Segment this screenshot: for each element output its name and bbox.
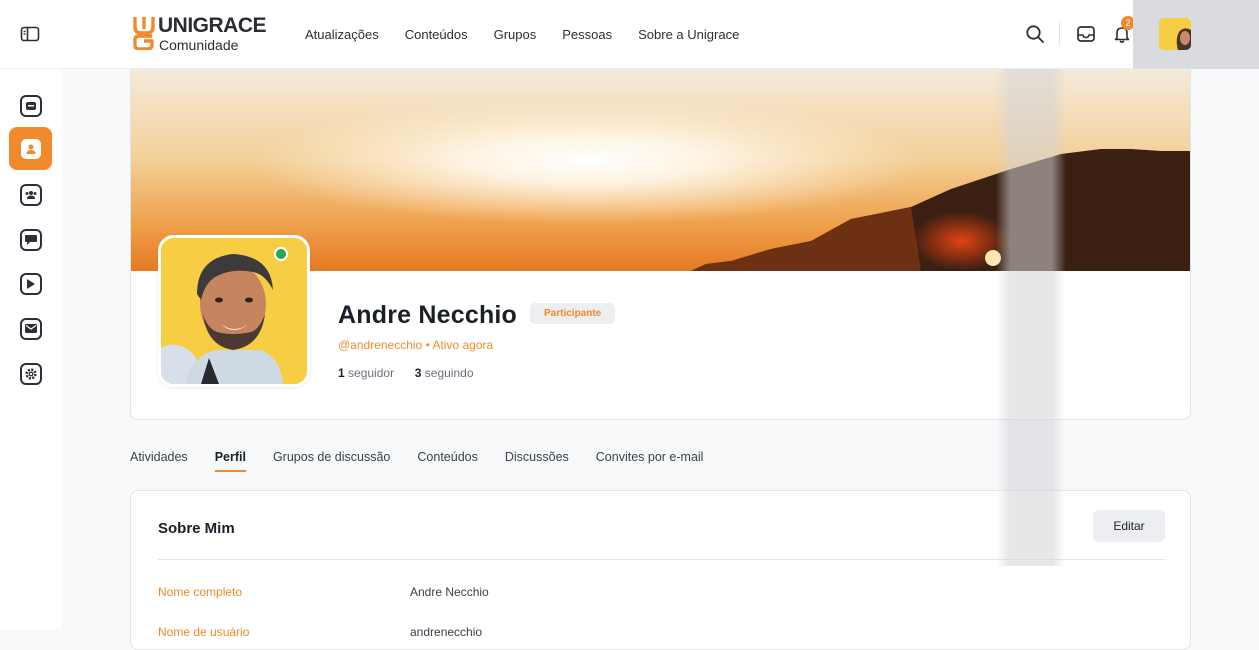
video-icon [19, 272, 42, 295]
brand-logo[interactable]: UNIGRACE Comunidade [133, 14, 268, 55]
following-link[interactable]: 3 seguindo [415, 366, 474, 380]
followers-link[interactable]: 1 seguidor [338, 366, 394, 380]
rail-mail[interactable] [9, 307, 52, 350]
rail-profile[interactable] [9, 127, 52, 170]
top-header: UNIGRACE Comunidade Atualizações Conteúd… [0, 0, 1259, 69]
rail-video[interactable] [9, 262, 52, 305]
profile-icon [20, 138, 41, 159]
profile-avatar[interactable] [158, 235, 310, 387]
rail-groups[interactable] [9, 173, 52, 216]
profile-handle: @andrenecchio [338, 338, 423, 352]
tab-grupos-discussao[interactable]: Grupos de discussão [273, 450, 390, 472]
sidebar-toggle-icon[interactable] [20, 26, 40, 42]
about-title: Sobre Mim [158, 520, 235, 537]
header-divider [1059, 22, 1060, 46]
field-value-fullname: Andre Necchio [410, 585, 489, 599]
role-badge: Participante [530, 303, 616, 324]
activity-status: Ativo agora [432, 338, 494, 352]
nav-sobre[interactable]: Sobre a Unigrace [638, 27, 739, 42]
chat-icon [19, 228, 42, 251]
mail-icon [19, 317, 42, 340]
follow-stats: 1 seguidor 3 seguindo [338, 366, 474, 380]
nav-atualizacoes[interactable]: Atualizações [305, 27, 379, 42]
tab-conteudos[interactable]: Conteúdos [417, 450, 477, 472]
user-avatar[interactable] [1159, 18, 1191, 50]
user-photo-icon [1159, 18, 1191, 50]
following-label: seguindo [424, 366, 474, 380]
field-label-username: Nome de usuário [158, 625, 250, 639]
brand-subtitle: Comunidade [159, 37, 239, 53]
field-value-username: andrenecchio [410, 625, 483, 639]
tab-atividades[interactable]: Atividades [130, 450, 188, 472]
followers-count: 1 [338, 366, 345, 380]
nav-grupos[interactable]: Grupos [494, 27, 537, 42]
brand-title: UNIGRACE [158, 14, 267, 37]
user-menu-area[interactable] [1133, 0, 1259, 69]
inbox-icon[interactable] [1076, 24, 1096, 44]
online-status-indicator [274, 247, 288, 261]
rail-chat[interactable] [9, 218, 52, 261]
tab-convites-email[interactable]: Convites por e-mail [596, 450, 704, 472]
settings-icon [19, 362, 42, 385]
profile-photo-icon [161, 238, 307, 384]
about-card: Sobre Mim Editar Nome completo Andre Nec… [130, 490, 1191, 650]
following-count: 3 [414, 366, 422, 380]
profile-name: Andre Necchio [338, 301, 518, 329]
tab-perfil[interactable]: Perfil [214, 450, 247, 472]
field-label-fullname: Nome completo [158, 585, 243, 599]
left-rail [0, 69, 62, 629]
profile-handle-line: @andrenecchio • Ativo agora [338, 338, 493, 352]
unigrace-logo-icon [133, 17, 155, 50]
dashboard-icon [19, 94, 42, 117]
tab-discussoes[interactable]: Discussões [505, 450, 569, 472]
nav-conteudos[interactable]: Conteúdos [405, 27, 468, 42]
profile-tabs: Atividades Perfil Grupos de discussão Co… [130, 450, 730, 472]
main-nav: Atualizações Conteúdos Grupos Pessoas So… [305, 27, 765, 42]
search-icon[interactable] [1025, 24, 1045, 44]
edit-button[interactable]: Editar [1093, 510, 1165, 542]
about-divider [158, 559, 1165, 560]
rail-dashboard[interactable] [9, 84, 52, 127]
nav-pessoas[interactable]: Pessoas [562, 27, 612, 42]
rail-settings[interactable] [9, 352, 52, 395]
followers-label: seguidor [348, 366, 395, 380]
groups-icon [19, 183, 42, 206]
